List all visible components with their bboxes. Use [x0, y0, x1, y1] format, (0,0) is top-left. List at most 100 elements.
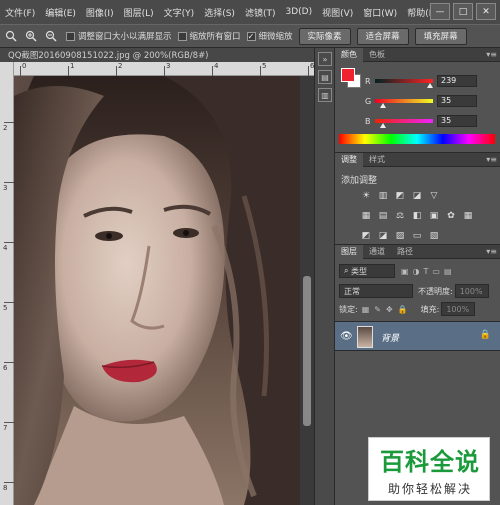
zoom-all-label: 缩放所有窗口 [189, 32, 241, 42]
menu-filter[interactable]: 滤镜(T) [240, 6, 281, 19]
checkbox-checked-icon: ✓ [246, 31, 256, 41]
ruler-label: 2 [3, 124, 8, 132]
brightness-icon[interactable]: ☀ [359, 189, 373, 203]
resize-windows-label: 调整窗口大小以满屏显示 [78, 32, 172, 42]
scrollbar-thumb[interactable] [303, 276, 311, 426]
zoom-out-icon[interactable] [42, 27, 60, 45]
menu-3d[interactable]: 3D(D) [280, 7, 317, 17]
tab-styles[interactable]: 样式 [363, 153, 391, 167]
tab-color[interactable]: 颜色 [335, 47, 363, 62]
properties-icon[interactable]: ▥ [318, 88, 332, 102]
ruler-label: 2 [118, 62, 123, 70]
menu-edit[interactable]: 编辑(E) [40, 6, 81, 19]
close-button[interactable]: ✕ [476, 3, 496, 20]
layer-filter-select[interactable]: ⌕ 类型 [339, 264, 395, 278]
color-panel-tabs: 颜色 色板 ▾≡ [335, 47, 500, 62]
menu-view[interactable]: 视图(V) [317, 6, 358, 19]
green-slider[interactable] [375, 99, 433, 108]
ruler-tick [4, 182, 14, 183]
document-title: QQ截图20160908151022.jpg @ 200%(RGB/8#) [8, 51, 209, 61]
ruler-label: 4 [214, 62, 219, 70]
tab-layers[interactable]: 图层 [335, 244, 363, 259]
blue-value-input[interactable]: 35 [437, 115, 477, 127]
photo-filter-icon[interactable]: ▣ [427, 209, 441, 223]
layer-name: 背景 [381, 334, 400, 344]
minimize-button[interactable]: — [430, 3, 450, 20]
eye-icon[interactable]: 👁 [340, 331, 353, 342]
scrubby-zoom-checkbox[interactable]: ✓ 细微缩放 [246, 30, 293, 42]
blend-mode-select[interactable]: 正常 [339, 284, 413, 298]
red-value-input[interactable]: 239 [437, 75, 477, 87]
watermark-subtitle: 助你轻松解决 [387, 482, 472, 496]
color-spectrum-bar[interactable] [339, 134, 495, 144]
green-value-input[interactable]: 35 [437, 95, 477, 107]
panel-menu-icon[interactable]: ▾≡ [486, 247, 497, 256]
adjustment-icons-row-2: ▦ ▤ ⚖ ◧ ▣ ✿ ▦ [359, 209, 475, 223]
zoom-in-icon[interactable] [22, 27, 40, 45]
menu-type[interactable]: 文字(Y) [159, 6, 200, 19]
zoom-tool-icon[interactable] [2, 27, 20, 45]
tab-adjustments[interactable]: 调整 [335, 152, 363, 167]
vibrance-icon[interactable]: ▦ [359, 209, 373, 223]
curves-icon[interactable]: ◩ [393, 189, 407, 203]
maximize-button[interactable]: □ [453, 3, 473, 20]
opacity-input[interactable]: 100% [454, 284, 489, 298]
color-balance-icon[interactable]: ⚖ [393, 209, 407, 223]
blue-slider[interactable] [375, 119, 433, 128]
ruler-tick [68, 66, 69, 76]
document-tab[interactable]: QQ截图20160908151022.jpg @ 200%(RGB/8#) [0, 48, 330, 62]
ruler-label: 3 [166, 62, 171, 70]
ruler-horizontal[interactable]: 0123456 [14, 62, 314, 76]
checkbox-empty-icon [66, 31, 75, 41]
panel-strip: » ▤ ▥ [314, 48, 334, 505]
tab-channels[interactable]: 通道 [363, 245, 391, 259]
lock-icons[interactable]: ▦✎✥🔒 [362, 305, 413, 314]
blue-slider-row: B 35 [365, 114, 495, 128]
gradient-map-icon[interactable]: ▭ [410, 229, 424, 243]
collapse-panels-icon[interactable]: » [318, 52, 332, 66]
vertical-scrollbar[interactable] [300, 76, 314, 505]
green-slider-thumb[interactable] [380, 103, 387, 108]
ruler-tick [116, 66, 117, 76]
red-slider-thumb[interactable] [426, 83, 433, 88]
red-label: R [365, 76, 371, 86]
zoom-all-checkbox[interactable]: 缩放所有窗口 [177, 30, 241, 42]
blue-slider-thumb[interactable] [380, 123, 387, 128]
green-slider-row: G 35 [365, 94, 495, 108]
ruler-tick [4, 362, 14, 363]
add-adjustment-title: 添加调整 [341, 176, 378, 186]
invert-icon[interactable]: ◩ [359, 229, 373, 243]
layer-filter-icons[interactable]: ▣◑T▭▤ [401, 267, 456, 276]
menu-layer[interactable]: 图层(L) [119, 6, 159, 19]
fill-input[interactable]: 100% [441, 302, 476, 316]
selective-color-icon[interactable]: ▧ [427, 229, 441, 243]
black-white-icon[interactable]: ◧ [410, 209, 424, 223]
tab-paths[interactable]: 路径 [391, 245, 419, 259]
levels-icon[interactable]: ▥ [376, 189, 390, 203]
hue-saturation-icon[interactable]: ▤ [376, 209, 390, 223]
menu-image[interactable]: 图像(I) [81, 6, 119, 19]
menu-select[interactable]: 选择(S) [199, 6, 240, 19]
posterize-icon[interactable]: ◪ [376, 229, 390, 243]
exposure-icon[interactable]: ◪ [410, 189, 424, 203]
fill-screen-button[interactable]: 填充屏幕 [414, 27, 467, 45]
panel-menu-icon[interactable]: ▾≡ [486, 50, 497, 59]
menu-window[interactable]: 窗口(W) [358, 6, 402, 19]
resize-windows-checkbox[interactable]: 调整窗口大小以满屏显示 [66, 30, 172, 42]
color-lookup-icon[interactable]: ▦ [461, 209, 475, 223]
threshold-icon[interactable]: ▨ [393, 229, 407, 243]
foreground-color-swatch[interactable] [341, 68, 355, 82]
panel-menu-icon[interactable]: ▾≡ [486, 155, 497, 164]
channel-mixer-icon[interactable]: ✿ [444, 209, 458, 223]
red-slider[interactable] [375, 79, 433, 88]
fit-screen-button[interactable]: 适合屏幕 [356, 27, 409, 45]
gradient-triangle-icon[interactable]: ▽ [427, 189, 441, 203]
layer-row-background[interactable]: 👁 背景 🔒 [335, 321, 500, 351]
menu-file[interactable]: 文件(F) [0, 6, 40, 19]
tab-swatches[interactable]: 色板 [363, 48, 391, 62]
history-icon[interactable]: ▤ [318, 70, 332, 84]
document-canvas[interactable] [14, 76, 300, 505]
actual-pixels-button[interactable]: 实际像素 [298, 27, 351, 45]
ruler-vertical[interactable]: 2 3 4 5 6 7 8 [0, 62, 14, 505]
options-bar: 调整窗口大小以满屏显示 缩放所有窗口 ✓ 细微缩放 实际像素 适合屏幕 填充屏幕 [0, 24, 500, 48]
